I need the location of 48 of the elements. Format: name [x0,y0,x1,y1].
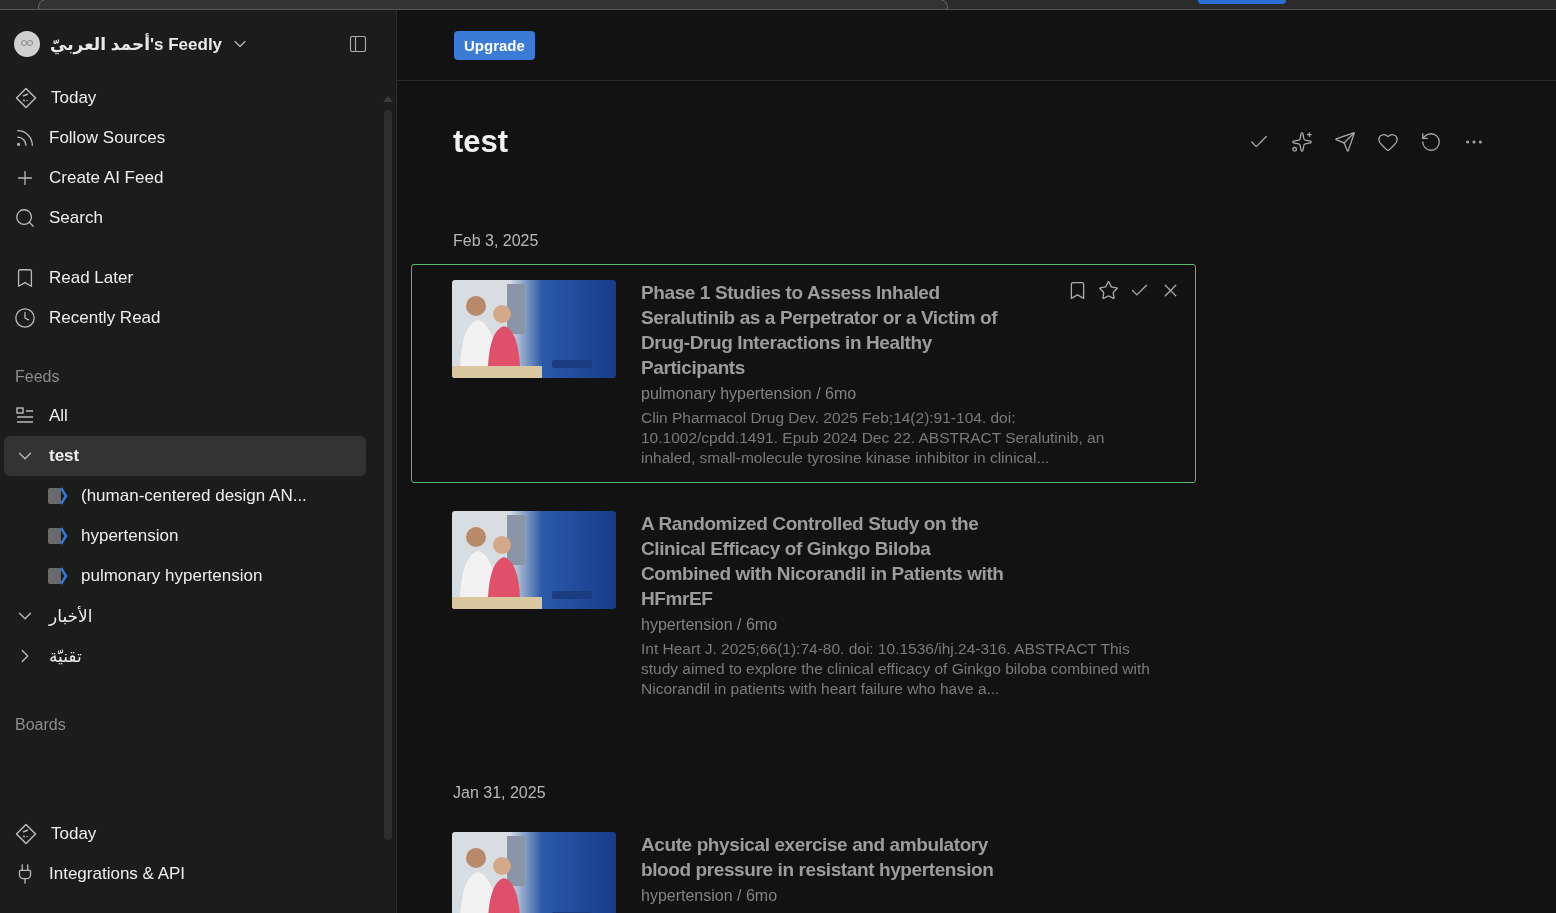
article-title[interactable]: A Randomized Controlled Study on the Clinical Efficacy of Ginkgo Biloba Combined with Nicorandil in Patients with HFmrEF [641,511,1013,611]
sidebar-item[interactable]: Search [4,198,366,238]
article-source: pulmonary hypertension / 6mo [641,385,858,403]
feed-source-icon [48,567,68,585]
sidebar-item[interactable]: Follow Sources [4,118,366,158]
article-card[interactable]: Acute physical exercise and ambulatory blood pressure in resistant hypertension hypertension / 6mo [411,816,1196,913]
sidebar-toggle-icon[interactable] [348,34,368,54]
date-heading: Feb 3, 2025 [452,231,540,251]
feed-source-icon [48,487,68,505]
feed-item[interactable]: pulmonary hypertension [4,556,366,596]
feed-source-icon [48,527,68,545]
article-source: hypertension / 6mo [641,616,779,634]
article-title[interactable]: Phase 1 Studies to Assess Inhaled Seralutinib as a Perpetrator or a Victim of Drug-Drug Interactions in Healthy Participants [641,280,1013,380]
diamond-icon [14,822,38,846]
feed-item[interactable]: الأخبار [4,596,366,636]
search-icon [14,207,36,229]
feed-item[interactable]: hypertension [4,516,366,556]
article-title[interactable]: Acute physical exercise and ambulatory blood pressure in resistant hypertension [641,832,1013,882]
feed-item[interactable]: (human-centered design AN... [4,476,366,516]
avatar-icon [14,31,40,57]
sidebar-item[interactable]: Recently Read [4,298,366,338]
article-summary: Clin Pharmacol Drug Dev. 2025 Feb;14(2):91-104. doi: 10.1002/cpdd.1491. Epub 2024 Dec 22. ABSTRACT Seralutinib, an inhaled, small-molecule tyrosine kinase inhibitor in clinical... [641,408,1106,468]
clock-icon [14,307,36,329]
account-switcher[interactable]: أحمد العربيّ's Feedly [50,33,251,55]
feed-title: test [453,124,509,160]
feed-item[interactable]: test [4,436,366,476]
article-card[interactable] [411,264,1196,483]
star-icon[interactable] [1098,280,1119,301]
article-summary: Int Heart J. 2025;66(1):74-80. doi: 10.1536/ihj.24-316. ABSTRACT This study aimed to explore the clinical efficacy of Ginkgo biloba combined with Nicorandil in patients with heart failure who have a... [641,639,1151,699]
rss-icon [14,127,36,149]
sidebar-item[interactable]: Read Later [4,258,366,298]
article-source: hypertension / 6mo [641,887,779,905]
section-heading: Boards [14,715,67,735]
sidebar-item[interactable]: Create AI Feed [4,158,366,198]
diamond-icon [14,86,38,110]
upgrade-button[interactable]: Upgrade [454,30,535,60]
section-heading: Feeds [14,367,61,387]
sidebar-item[interactable]: Today [4,814,366,854]
sparkles-icon[interactable] [1291,131,1313,153]
feed-item[interactable]: تقنيّة [4,636,366,676]
refresh-icon[interactable] [1420,131,1442,153]
sidebar-item[interactable]: Integrations & API [4,854,366,894]
sidebar-item[interactable]: Today [4,78,366,118]
heart-icon[interactable] [1377,131,1399,153]
send-icon[interactable] [1334,131,1356,153]
feed-item[interactable]: All [4,396,366,436]
scrollbar[interactable] [380,10,397,913]
date-heading: Jan 31, 2025 [452,784,547,803]
